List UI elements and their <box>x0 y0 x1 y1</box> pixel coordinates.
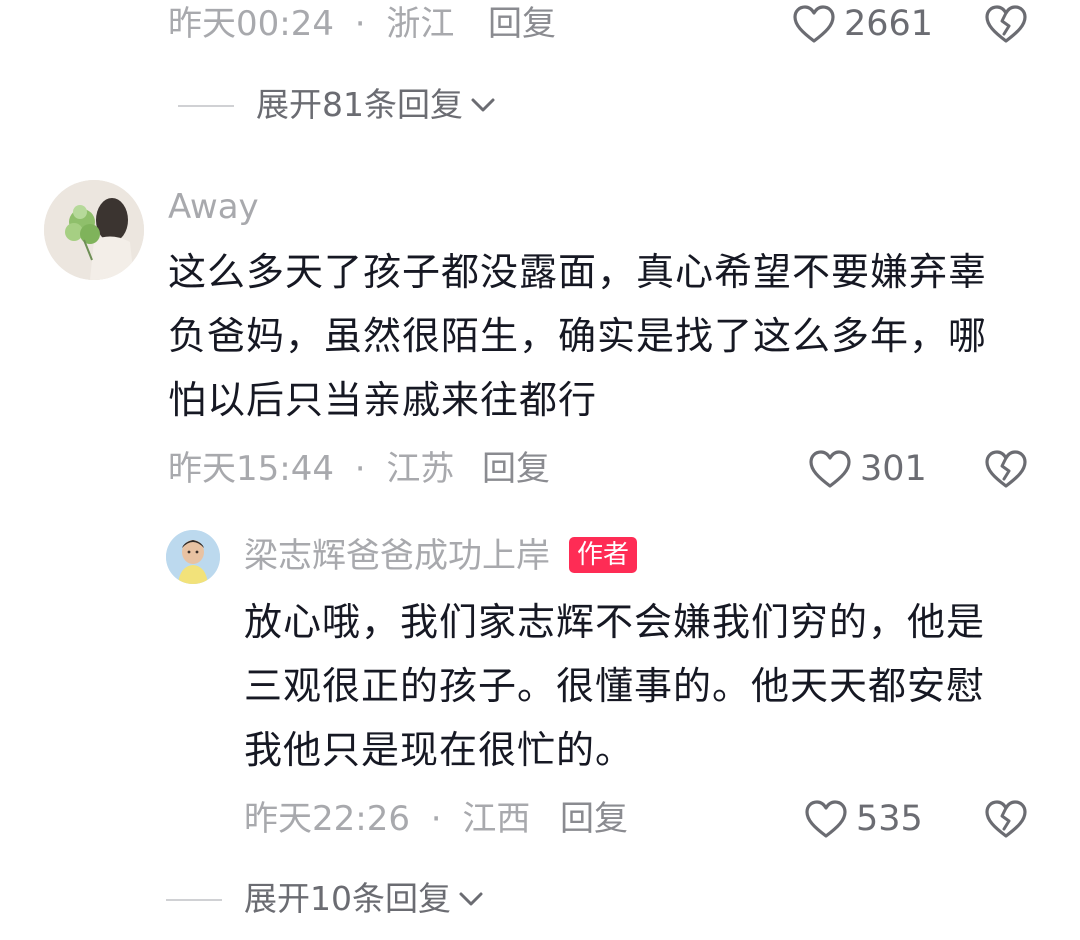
reply-button[interactable]: 回复 <box>482 449 550 489</box>
comment-time: 昨天22:26 <box>244 799 410 839</box>
comment-location: 浙江 <box>386 4 455 44</box>
expand-divider <box>166 899 222 901</box>
expand-replies-button[interactable]: 展开81条回复 <box>256 85 497 125</box>
avatar-image <box>44 180 144 280</box>
heart-outline-icon <box>809 450 851 488</box>
expand-replies-label: 展开10条回复 <box>244 879 451 918</box>
expand-replies-button[interactable]: 展开10条回复 <box>244 879 485 919</box>
avatar-image <box>166 530 220 584</box>
like-button[interactable]: 2661 <box>792 4 933 44</box>
like-count: 535 <box>856 799 923 839</box>
like-count: 301 <box>860 449 927 489</box>
heart-outline-icon <box>805 800 847 838</box>
reply-username[interactable]: 梁志辉爸爸成功上岸 <box>244 536 550 576</box>
like-button[interactable]: 301 <box>808 449 927 489</box>
meta-separator: · <box>354 449 366 489</box>
dislike-button[interactable] <box>984 449 1028 493</box>
comment-meta: 昨天15:44 · 江苏 <box>168 449 454 489</box>
reply-meta: 昨天22:26 · 江西 <box>244 799 530 839</box>
author-badge: 作者 <box>569 537 638 573</box>
avatar[interactable] <box>44 180 144 280</box>
expand-replies-label: 展开81条回复 <box>256 85 463 124</box>
comment-username[interactable]: Away <box>168 187 259 227</box>
avatar[interactable] <box>166 530 220 584</box>
reply-button[interactable]: 回复 <box>560 799 628 839</box>
comment-text-line: 负爸妈，虽然很陌生，确实是找了这么多年，哪 <box>168 314 988 358</box>
meta-separator: · <box>430 799 442 839</box>
reply-text-line: 我他只是现在很忙的。 <box>244 728 635 772</box>
expand-divider <box>178 105 234 107</box>
reply-button[interactable]: 回复 <box>488 4 556 44</box>
comment-time: 昨天15:44 <box>168 449 334 489</box>
chevron-down-icon <box>471 98 495 112</box>
comment-time: 昨天00:24 <box>168 4 334 44</box>
reply-text: 放心哦，我们家志辉不会嫌我们穷的，他是 三观很正的孩子。很懂事的。他天天都安慰 … <box>244 590 1044 782</box>
chevron-down-icon <box>459 892 483 906</box>
comment-text-line: 怕以后只当亲戚来往都行 <box>168 378 598 422</box>
like-button[interactable]: 535 <box>804 799 923 839</box>
dislike-button[interactable] <box>984 4 1028 48</box>
like-count: 2661 <box>844 4 934 44</box>
broken-heart-icon <box>985 5 1027 43</box>
comment-text: 这么多天了孩子都没露面，真心希望不要嫌弃辜 负爸妈，虽然很陌生，确实是找了这么多… <box>168 240 1048 432</box>
dislike-button[interactable] <box>984 799 1028 843</box>
comment-location: 江苏 <box>386 449 455 489</box>
comment-text-line: 这么多天了孩子都没露面，真心希望不要嫌弃辜 <box>168 250 988 294</box>
comment-meta-top: 昨天00:24 · 浙江 <box>168 4 454 44</box>
broken-heart-icon <box>985 450 1027 488</box>
heart-outline-icon <box>793 5 835 43</box>
reply-text-line: 放心哦，我们家志辉不会嫌我们穷的，他是 <box>244 600 986 644</box>
meta-separator: · <box>354 4 366 44</box>
broken-heart-icon <box>985 800 1027 838</box>
comment-location: 江西 <box>462 799 531 839</box>
reply-text-line: 三观很正的孩子。很懂事的。他天天都安慰 <box>244 664 986 708</box>
